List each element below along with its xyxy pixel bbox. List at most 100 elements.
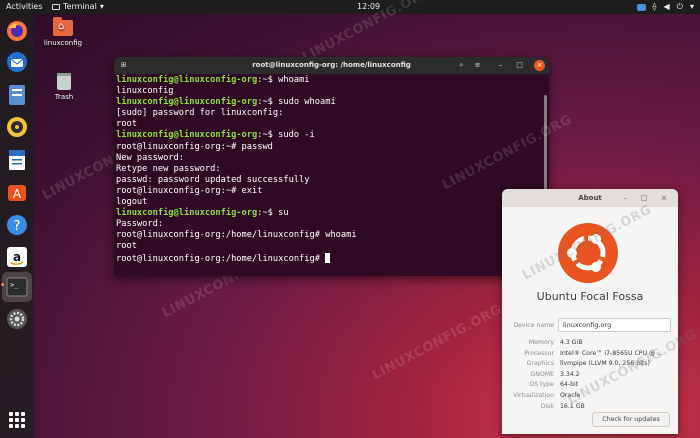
- info-row: Memory 4.3 GiB: [502, 338, 678, 347]
- maximize-icon[interactable]: □: [514, 60, 525, 71]
- prompt-user-host: linuxconfig@linuxconfig-org: [116, 130, 258, 141]
- maximize-icon[interactable]: □: [639, 193, 649, 203]
- help-icon[interactable]: ?: [5, 213, 29, 237]
- close-icon[interactable]: ×: [534, 60, 545, 71]
- info-key: Virtualization: [513, 392, 554, 399]
- show-applications-icon[interactable]: [9, 412, 25, 428]
- svg-text:>_: >_: [10, 281, 19, 289]
- output-text: root: [116, 119, 137, 130]
- terminal-line: root: [116, 241, 540, 252]
- settings-icon[interactable]: [5, 307, 29, 331]
- info-key: Processor: [524, 349, 554, 357]
- device-name-label: Device name: [513, 322, 554, 329]
- output-text: passwd: password updated successfully: [116, 174, 310, 185]
- thunderbird-icon[interactable]: [5, 50, 29, 74]
- terminal-line: logout: [116, 197, 540, 208]
- output-text: root@linuxconfig-org:~# exit: [116, 185, 263, 196]
- terminal-line: linuxconfig@linuxconfig-org:~$ su: [116, 208, 540, 219]
- terminal-line: root@linuxconfig-org:/home/linuxconfig# …: [116, 230, 540, 241]
- writer-icon[interactable]: [5, 148, 29, 172]
- menu-icon[interactable]: ≡: [472, 60, 483, 71]
- trash-desktop-icon[interactable]: Trash: [41, 73, 87, 101]
- info-key: Graphics: [526, 360, 554, 368]
- device-name-field[interactable]: linuxconfig.org: [558, 318, 671, 332]
- power-icon: ⏻: [676, 2, 683, 11]
- indicator-icon[interactable]: [636, 3, 646, 11]
- info-value: 4.3 GiB: [560, 339, 583, 346]
- trash-label: Trash: [54, 93, 74, 101]
- close-icon[interactable]: ×: [659, 193, 669, 203]
- software-icon[interactable]: A: [5, 180, 29, 204]
- info-key: OS type: [529, 381, 554, 389]
- output-text: root@linuxconfig-org:/home/linuxconfig#: [116, 253, 326, 264]
- home-folder-icon[interactable]: linuxconfig: [40, 17, 86, 47]
- info-key: GNOME: [530, 370, 554, 378]
- prompt-user-host: linuxconfig@linuxconfig-org: [116, 208, 258, 219]
- svg-text:A: A: [13, 187, 22, 201]
- terminal-icon[interactable]: >_: [2, 272, 32, 302]
- terminal-line: root: [116, 119, 540, 130]
- app-menu[interactable]: Terminal ▾: [52, 0, 104, 14]
- terminal-line: Password:: [116, 219, 540, 230]
- prompt-separator: :~$: [257, 130, 273, 141]
- activities-button[interactable]: Activities: [6, 0, 43, 14]
- folder-icon: [53, 17, 73, 36]
- minimize-icon[interactable]: –: [620, 193, 630, 203]
- firefox-icon[interactable]: [5, 19, 29, 43]
- terminal-titlebar[interactable]: ⊞ root@linuxconfig-org: /home/linuxconfi…: [114, 57, 549, 74]
- check-updates-button[interactable]: Check for updates: [592, 412, 670, 427]
- top-bar: Activities Terminal ▾ 12:09 ⟠ ◀ ⏻ ▾: [0, 0, 700, 14]
- home-folder-label: linuxconfig: [43, 39, 83, 47]
- network-icon: ⟠: [652, 2, 657, 11]
- terminal-line: root@linuxconfig-org:/home/linuxconfig#: [116, 252, 540, 265]
- output-text: root: [116, 241, 137, 252]
- output-text: root@linuxconfig-org:/home/linuxconfig# …: [116, 230, 357, 241]
- distro-name: Ubuntu Focal Fossa: [536, 290, 644, 303]
- trash-icon: [57, 73, 71, 90]
- terminal-line: [sudo] password for linuxconfig:: [116, 108, 540, 119]
- info-key: Memory: [528, 339, 554, 346]
- dock: A ? a >_: [0, 14, 34, 438]
- info-key: Disk: [540, 402, 554, 410]
- chevron-down-icon: ▾: [99, 2, 104, 11]
- prompt-separator: :~$: [257, 208, 273, 219]
- app-menu-label: Terminal: [63, 2, 97, 11]
- prompt-user-host: linuxconfig@linuxconfig-org: [116, 97, 258, 108]
- system-menu[interactable]: ⟠ ◀ ⏻ ▾: [636, 0, 694, 14]
- command-text: whoami: [272, 75, 310, 85]
- command-text: sudo -i: [272, 130, 315, 141]
- output-text: logout: [116, 197, 148, 208]
- terminal-line: root@linuxconfig-org:~# exit: [116, 186, 540, 197]
- info-value: 3.34.2: [560, 370, 580, 378]
- minimize-icon[interactable]: –: [495, 60, 506, 71]
- terminal-line: linuxconfig@linuxconfig-org:~$ sudo whoa…: [116, 97, 540, 108]
- info-row: GNOME 3.34.2: [502, 370, 678, 379]
- amazon-icon[interactable]: a: [5, 245, 29, 269]
- output-text: linuxconfig: [116, 86, 174, 97]
- svg-text:?: ?: [14, 219, 21, 234]
- volume-icon: ◀: [663, 2, 670, 11]
- new-tab-icon[interactable]: ⊞: [118, 60, 129, 71]
- terminal-line: linuxconfig@linuxconfig-org:~$ whoami: [116, 75, 540, 86]
- command-text: su: [272, 208, 289, 219]
- menu-arrow-icon: ▾: [689, 2, 694, 11]
- about-title: About: [578, 194, 602, 202]
- output-text: Password:: [116, 219, 164, 230]
- terminal-title: root@linuxconfig-org: /home/linuxconfig: [252, 61, 411, 69]
- terminal-line: root@linuxconfig-org:~# passwd: [116, 142, 540, 153]
- watermark: LINUXCONFIG.ORG: [370, 302, 505, 384]
- rhythmbox-icon[interactable]: [5, 115, 29, 139]
- output-text: New password:: [116, 152, 184, 163]
- output-text: root@linuxconfig-org:~# passwd: [116, 141, 273, 152]
- output-text: [sudo] password for linuxconfig:: [116, 108, 284, 119]
- search-icon[interactable]: ⌕: [456, 60, 467, 71]
- prompt-separator: :~$: [257, 97, 273, 108]
- terminal-line: linuxconfig@linuxconfig-org:~$ sudo -i: [116, 130, 540, 141]
- terminal-line: linuxconfig: [116, 86, 540, 97]
- svg-text:a: a: [13, 250, 21, 264]
- about-titlebar[interactable]: About – □ ×: [502, 189, 678, 207]
- command-text: sudo whoami: [272, 97, 336, 108]
- text-cursor: [325, 252, 331, 263]
- files-icon[interactable]: [5, 83, 29, 107]
- prompt-separator: :~$: [257, 75, 273, 85]
